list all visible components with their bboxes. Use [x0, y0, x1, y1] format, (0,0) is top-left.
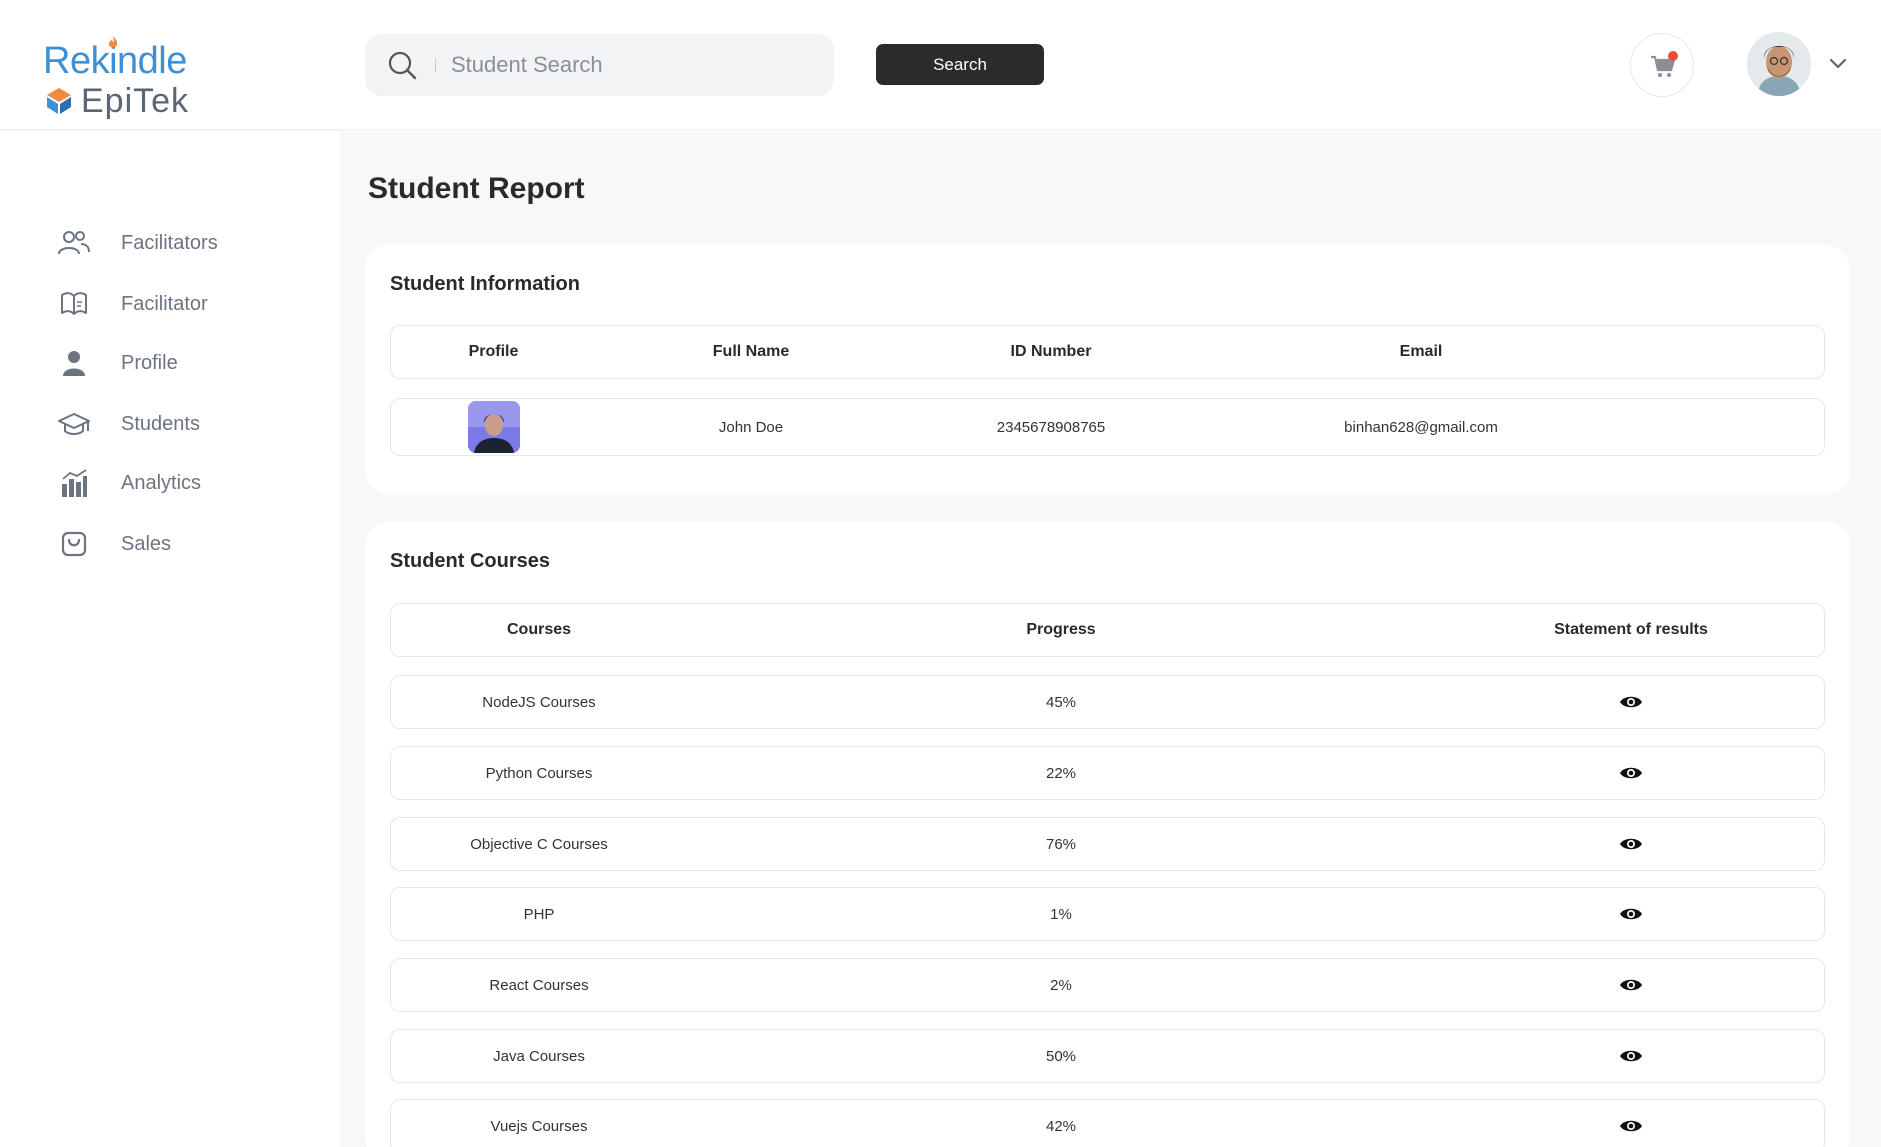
column-header-progress: Progress [1026, 621, 1096, 638]
user-icon [56, 347, 92, 379]
sidebar-item-facilitator[interactable]: Facilitator [56, 284, 316, 324]
course-progress-cell: 42% [1045, 1117, 1077, 1135]
cart-button[interactable] [1630, 33, 1694, 97]
student-courses-card: Student Courses Courses Progress Stateme… [365, 522, 1850, 1147]
course-row: PHP 1% [390, 887, 1825, 941]
course-row: Objective C Courses 76% [390, 817, 1825, 871]
statement-cell [1501, 818, 1761, 870]
course-row: NodeJS Courses 45% [390, 675, 1825, 729]
course-progress-cell: 2% [1050, 976, 1072, 994]
sidebar-item-facilitators[interactable]: Facilitators [56, 223, 316, 263]
course-name-cell: Vuejs Courses [490, 1117, 588, 1135]
course-row: Java Courses 50% [390, 1029, 1825, 1083]
sidebar-item-label: Profile [121, 351, 178, 374]
statement-cell [1501, 959, 1761, 1011]
brand-name-line2: EpiTek [81, 82, 190, 120]
eye-icon[interactable] [1619, 1118, 1643, 1134]
sidebar-item-label: Sales [121, 532, 172, 555]
chevron-down-icon[interactable] [1828, 56, 1848, 70]
sidebar-item-label: Facilitators [121, 231, 218, 254]
student-information-row: John Doe 2345678908765 binhan628@gmail.c… [390, 398, 1825, 456]
student-information-header-row: Profile Full Name ID Number Email [390, 325, 1825, 379]
sidebar: Facilitators Facilitator Profile Student… [0, 131, 340, 1147]
column-header-email: Email [1399, 343, 1443, 360]
eye-icon[interactable] [1619, 906, 1643, 922]
page-title: Student Report [368, 172, 585, 205]
course-name-cell: Python Courses [485, 764, 593, 782]
sidebar-item-label: Facilitator [121, 292, 208, 315]
sidebar-item-label: Students [121, 412, 200, 435]
eye-icon[interactable] [1619, 765, 1643, 781]
bar-chart-icon [56, 467, 92, 499]
user-avatar[interactable] [1747, 32, 1811, 96]
statement-cell [1501, 676, 1761, 728]
column-header-id-number: ID Number [1010, 343, 1092, 360]
student-courses-title: Student Courses [390, 550, 551, 572]
eye-icon[interactable] [1619, 694, 1643, 710]
statement-cell [1501, 747, 1761, 799]
course-name-cell: React Courses [489, 976, 589, 994]
search-divider [435, 58, 436, 72]
course-name-cell: PHP [523, 905, 555, 923]
sidebar-item-sales[interactable]: Sales [56, 524, 316, 564]
student-information-title: Student Information [390, 273, 580, 295]
column-header-courses: Courses [506, 621, 572, 638]
course-progress-cell: 76% [1045, 835, 1077, 853]
eye-icon[interactable] [1619, 1048, 1643, 1064]
statement-cell [1501, 888, 1761, 940]
sidebar-item-profile[interactable]: Profile [56, 343, 316, 383]
brand-logo[interactable]: Rekindle EpiTek [43, 36, 203, 120]
full-name-cell: John Doe [718, 418, 784, 436]
graduation-cap-icon [56, 408, 92, 440]
sidebar-item-analytics[interactable]: Analytics [56, 463, 316, 503]
course-progress-cell: 22% [1045, 764, 1077, 782]
course-row: Python Courses 22% [390, 746, 1825, 800]
column-header-statement-of-results: Statement of results [1554, 621, 1708, 638]
id-number-cell: 2345678908765 [996, 418, 1106, 436]
student-search-box [365, 34, 834, 96]
flame-icon [108, 36, 118, 48]
column-header-full-name: Full Name [712, 343, 790, 360]
eye-icon[interactable] [1619, 836, 1643, 852]
eye-icon[interactable] [1619, 977, 1643, 993]
users-icon [56, 227, 92, 259]
course-progress-cell: 50% [1045, 1047, 1077, 1065]
sidebar-item-students[interactable]: Students [56, 404, 316, 444]
sidebar-item-label: Analytics [121, 471, 202, 494]
cart-badge [1668, 51, 1678, 61]
course-name-cell: Objective C Courses [470, 835, 608, 853]
student-search-input[interactable] [451, 48, 811, 82]
profile-cell [441, 399, 546, 455]
course-progress-cell: 1% [1050, 905, 1072, 923]
book-icon [56, 288, 92, 320]
statement-cell [1501, 1030, 1761, 1082]
course-row: Vuejs Courses 42% [390, 1099, 1825, 1147]
column-header-profile: Profile [468, 343, 519, 360]
shopping-bag-icon [56, 528, 92, 560]
course-row: React Courses 2% [390, 958, 1825, 1012]
course-name-cell: NodeJS Courses [482, 693, 596, 711]
course-name-cell: Java Courses [493, 1047, 585, 1065]
student-photo[interactable] [467, 401, 520, 453]
student-courses-header-row: Courses Progress Statement of results [390, 603, 1825, 657]
search-button[interactable]: Search [876, 44, 1044, 85]
user-avatar-image [1747, 32, 1811, 96]
search-icon [388, 51, 417, 80]
student-information-card: Student Information Profile Full Name ID… [365, 245, 1850, 495]
statement-cell [1501, 1100, 1761, 1147]
email-cell[interactable]: binhan628@gmail.com [1291, 399, 1551, 455]
top-bar: Rekindle EpiTek Search [0, 0, 1881, 130]
epitek-mark-icon [47, 88, 71, 114]
course-progress-cell: 45% [1045, 693, 1077, 711]
